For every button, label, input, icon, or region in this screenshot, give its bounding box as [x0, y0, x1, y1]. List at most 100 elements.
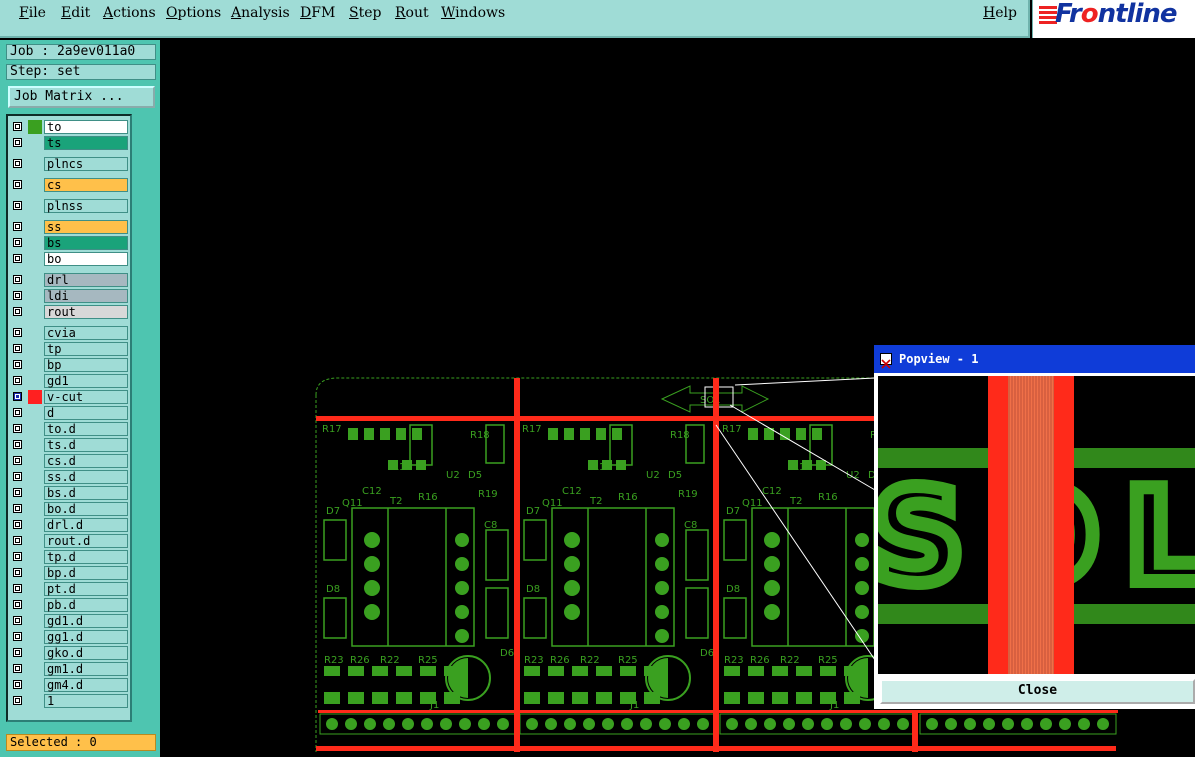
layer-name[interactable]: drl.d	[44, 518, 128, 532]
layer-row[interactable]: pb.d	[11, 598, 129, 612]
layer-row[interactable]: ts.d	[11, 438, 129, 452]
layer-name[interactable]: cvia	[44, 326, 128, 340]
layer-checkbox[interactable]	[13, 291, 22, 300]
layer-checkbox[interactable]	[13, 238, 22, 247]
layer-row[interactable]: gm1.d	[11, 662, 129, 676]
layer-checkbox[interactable]	[13, 552, 22, 561]
layer-name[interactable]: bp	[44, 358, 128, 372]
layer-name[interactable]: rout	[44, 305, 128, 319]
layer-checkbox[interactable]	[13, 360, 22, 369]
layer-row[interactable]: ss	[11, 220, 129, 234]
layer-name[interactable]: bs.d	[44, 486, 128, 500]
layer-name[interactable]: gm1.d	[44, 662, 128, 676]
layer-row[interactable]: rout.d	[11, 534, 129, 548]
layer-checkbox[interactable]	[13, 328, 22, 337]
layer-row[interactable]: rout	[11, 305, 129, 319]
popview-zoom-area[interactable]: SOL	[878, 376, 1195, 674]
layer-row[interactable]: tp.d	[11, 550, 129, 564]
layer-name[interactable]: plncs	[44, 157, 128, 171]
layer-checkbox[interactable]	[13, 696, 22, 705]
layer-checkbox[interactable]	[13, 180, 22, 189]
layer-checkbox[interactable]	[13, 456, 22, 465]
layer-checkbox[interactable]	[13, 600, 22, 609]
layer-name[interactable]: v-cut	[44, 390, 128, 404]
layer-row[interactable]: gm4.d	[11, 678, 129, 692]
layer-checkbox[interactable]	[13, 472, 22, 481]
layer-name[interactable]: cs.d	[44, 454, 128, 468]
layer-name[interactable]: ts.d	[44, 438, 128, 452]
layer-row[interactable]: gd1	[11, 374, 129, 388]
layer-name[interactable]: bo	[44, 252, 128, 266]
layer-checkbox[interactable]	[13, 376, 22, 385]
layer-color-swatch[interactable]	[28, 120, 42, 134]
layer-checkbox[interactable]	[13, 536, 22, 545]
layer-name[interactable]: tp.d	[44, 550, 128, 564]
layer-checkbox[interactable]	[13, 254, 22, 263]
layer-row[interactable]: to.d	[11, 422, 129, 436]
layer-color-swatch[interactable]	[28, 390, 42, 404]
layer-checkbox[interactable]	[13, 122, 22, 131]
layer-row[interactable]: v-cut	[11, 390, 129, 404]
layer-name[interactable]: bp.d	[44, 566, 128, 580]
layer-name[interactable]: ss.d	[44, 470, 128, 484]
layer-row[interactable]: tp	[11, 342, 129, 356]
layer-row[interactable]: ldi	[11, 289, 129, 303]
layer-checkbox[interactable]	[13, 680, 22, 689]
layer-checkbox[interactable]	[13, 222, 22, 231]
layer-name[interactable]: cs	[44, 178, 128, 192]
layer-checkbox[interactable]	[13, 392, 22, 401]
layer-checkbox[interactable]	[13, 584, 22, 593]
layer-row[interactable]: bo.d	[11, 502, 129, 516]
layer-checkbox[interactable]	[13, 632, 22, 641]
layer-checkbox[interactable]	[13, 568, 22, 577]
layer-name[interactable]: tp	[44, 342, 128, 356]
layer-checkbox[interactable]	[13, 488, 22, 497]
layer-name[interactable]: ts	[44, 136, 128, 150]
layer-checkbox[interactable]	[13, 201, 22, 210]
layer-checkbox[interactable]	[13, 408, 22, 417]
layer-checkbox[interactable]	[13, 648, 22, 657]
layer-checkbox[interactable]	[13, 159, 22, 168]
layer-name[interactable]: drl	[44, 273, 128, 287]
layer-checkbox[interactable]	[13, 616, 22, 625]
layer-row[interactable]: d	[11, 406, 129, 420]
layer-row[interactable]: bs.d	[11, 486, 129, 500]
layer-row[interactable]: bs	[11, 236, 129, 250]
layer-name[interactable]: plnss	[44, 199, 128, 213]
close-window-icon[interactable]	[880, 353, 892, 369]
layer-row[interactable]: drl.d	[11, 518, 129, 532]
layer-row[interactable]: cvia	[11, 326, 129, 340]
layer-row[interactable]: gko.d	[11, 646, 129, 660]
layer-row[interactable]: bo	[11, 252, 129, 266]
layer-name[interactable]: d	[44, 406, 128, 420]
layer-name[interactable]: 1	[44, 694, 128, 708]
layer-checkbox[interactable]	[13, 307, 22, 316]
layer-checkbox[interactable]	[13, 344, 22, 353]
layer-name[interactable]: gg1.d	[44, 630, 128, 644]
layer-checkbox[interactable]	[13, 664, 22, 673]
layer-checkbox[interactable]	[13, 520, 22, 529]
layer-row[interactable]: gd1.d	[11, 614, 129, 628]
layer-checkbox[interactable]	[13, 275, 22, 284]
layer-name[interactable]: gko.d	[44, 646, 128, 660]
layer-name[interactable]: gd1.d	[44, 614, 128, 628]
layer-name[interactable]: gm4.d	[44, 678, 128, 692]
layer-name[interactable]: to.d	[44, 422, 128, 436]
layer-row[interactable]: plnss	[11, 199, 129, 213]
layer-name[interactable]: ss	[44, 220, 128, 234]
layer-row[interactable]: cs.d	[11, 454, 129, 468]
layer-list[interactable]: to ts plncs cs plnss ss bs bo drl ldi rout cvia tp bp…	[6, 114, 132, 722]
layer-name[interactable]: to	[44, 120, 128, 134]
layer-row[interactable]: ts	[11, 136, 129, 150]
layer-name[interactable]: bo.d	[44, 502, 128, 516]
layer-row[interactable]: to	[11, 120, 129, 134]
layer-row[interactable]: ss.d	[11, 470, 129, 484]
layer-name[interactable]: bs	[44, 236, 128, 250]
layer-name[interactable]: ldi	[44, 289, 128, 303]
layer-row[interactable]: drl	[11, 273, 129, 287]
layer-checkbox[interactable]	[13, 440, 22, 449]
job-matrix-button[interactable]: Job Matrix ...	[8, 86, 155, 108]
layer-name[interactable]: rout.d	[44, 534, 128, 548]
layer-row[interactable]: gg1.d	[11, 630, 129, 644]
layer-name[interactable]: pb.d	[44, 598, 128, 612]
